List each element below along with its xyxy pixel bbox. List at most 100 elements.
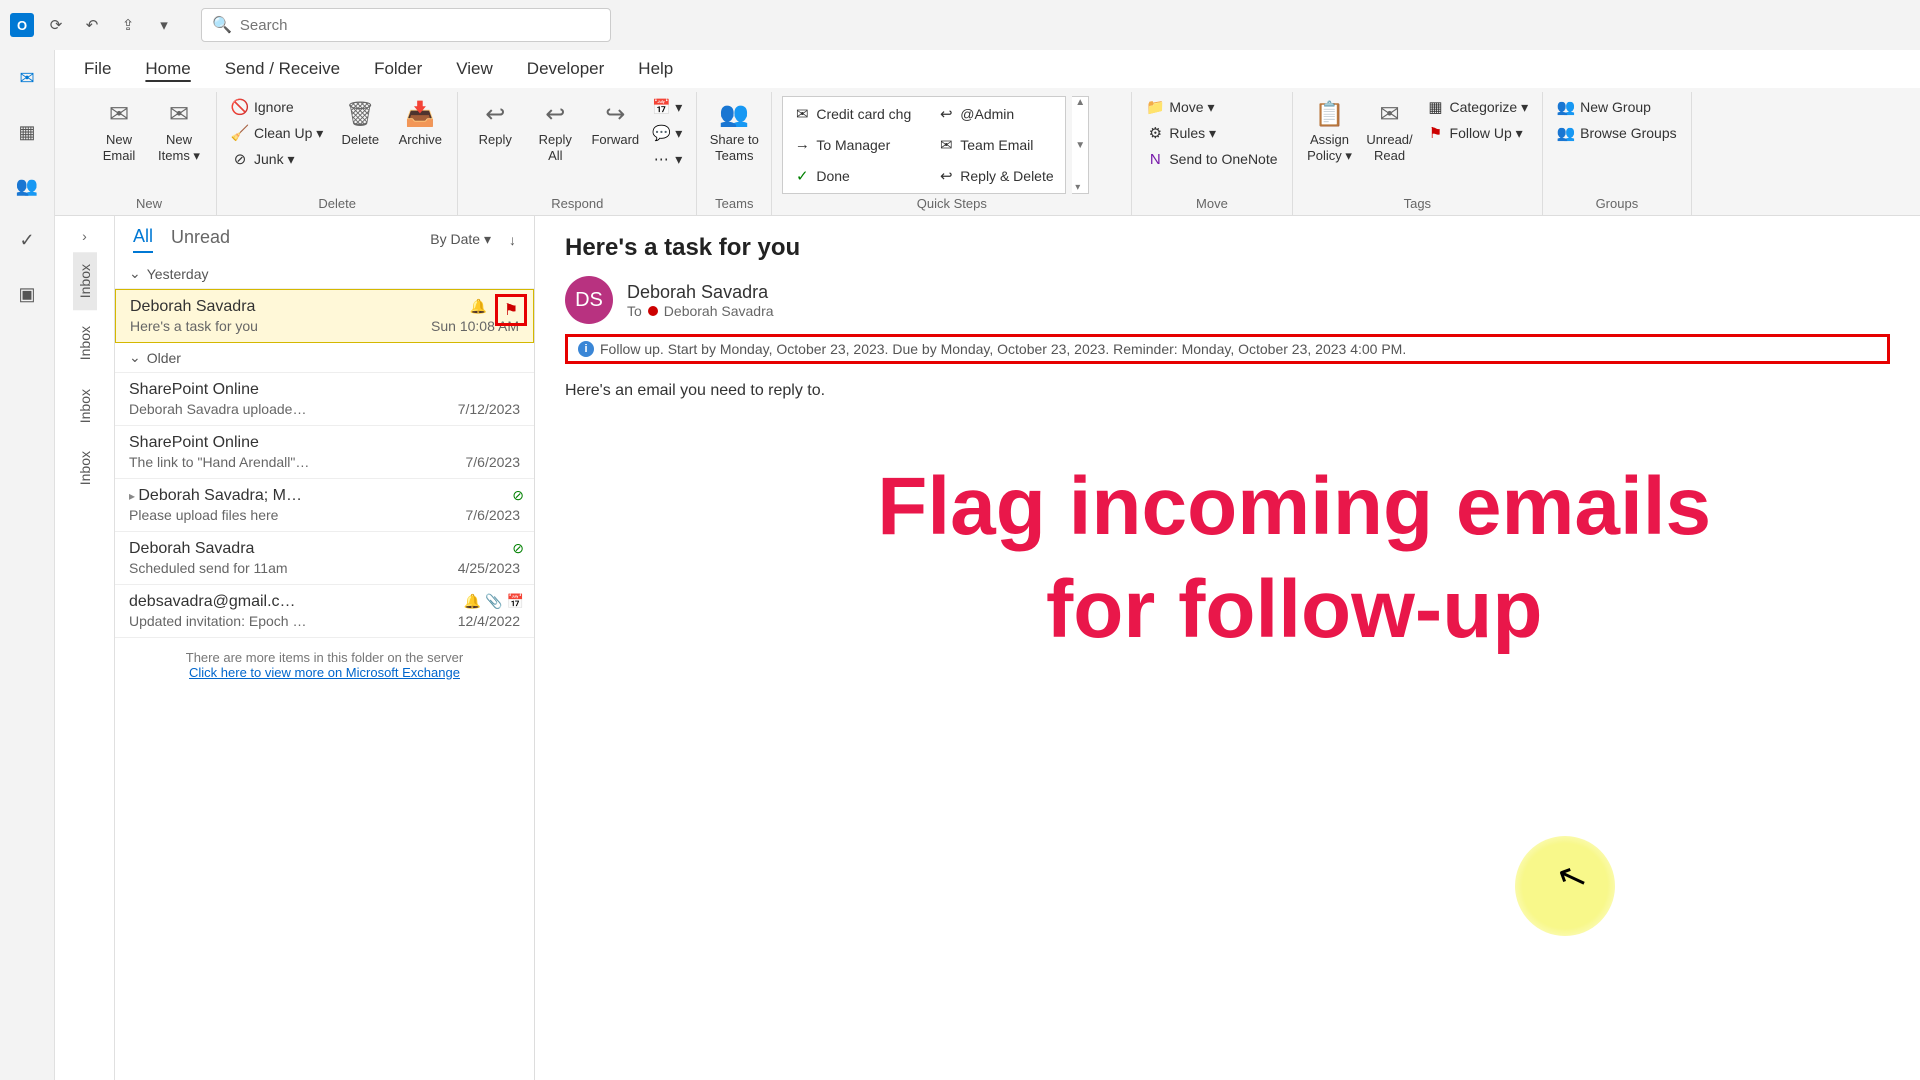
mail-rail-icon[interactable]: ✉: [14, 65, 40, 91]
bell-icon: 🔔: [464, 593, 481, 610]
more-respond-button[interactable]: ⋯▾: [648, 148, 686, 170]
followup-infobar: i Follow up. Start by Monday, October 23…: [565, 334, 1890, 364]
overlay-caption: Flag incoming emails for follow-up: [877, 456, 1711, 661]
menu-tabs: File Home Send / Receive Folder View Dev…: [0, 50, 1920, 88]
forward-button[interactable]: ↪Forward: [588, 96, 642, 150]
check-icon: ✓: [793, 167, 811, 185]
qs-credit-card[interactable]: ✉Credit card chg: [789, 100, 915, 129]
rules-button[interactable]: ⚙Rules ▾: [1142, 122, 1281, 144]
trash-icon: 🗑: [342, 98, 378, 130]
ignore-button[interactable]: 🚫Ignore: [227, 96, 327, 118]
email-subject: Here's a task for you: [565, 234, 1890, 262]
move-button[interactable]: 📁Move ▾: [1142, 96, 1281, 118]
new-group-button[interactable]: 👥New Group: [1553, 96, 1680, 118]
refresh-icon[interactable]: ⟳: [42, 11, 70, 39]
assign-policy-button[interactable]: 📋Assign Policy ▾: [1303, 96, 1357, 165]
people-rail-icon[interactable]: 👥: [14, 173, 40, 199]
email-body: Here's an email you need to reply to.: [565, 382, 1890, 400]
meeting-reply-button[interactable]: 📅▾: [648, 96, 686, 118]
message-item-3[interactable]: ⊘ ▸ Deborah Savadra; M… Please upload fi…: [115, 479, 534, 532]
reply-all-button[interactable]: ↩Reply All: [528, 96, 582, 165]
expand-folder-pane[interactable]: ›: [78, 224, 91, 248]
filter-unread[interactable]: Unread: [171, 227, 230, 252]
folder-footer: There are more items in this folder on t…: [115, 638, 534, 692]
followup-button[interactable]: ⚑Follow Up ▾: [1423, 122, 1533, 144]
unread-read-button[interactable]: ✉Unread/ Read: [1363, 96, 1417, 165]
message-item-1[interactable]: SharePoint Online Deborah Savadra upload…: [115, 373, 534, 426]
share-teams-button[interactable]: 👥Share to Teams: [707, 96, 761, 165]
search-input[interactable]: [240, 17, 600, 34]
message-sender: debsavadra@gmail.c…: [129, 593, 520, 611]
message-item-4[interactable]: ⊘ Deborah Savadra Scheduled send for 11a…: [115, 532, 534, 585]
tab-developer[interactable]: Developer: [525, 53, 607, 85]
message-date: 7/6/2023: [466, 454, 521, 470]
calendar-rail-icon[interactable]: ▦: [14, 119, 40, 145]
inbox-tab-1[interactable]: Inbox: [73, 252, 97, 310]
main-area: › Inbox Inbox Inbox Inbox All Unread By …: [55, 216, 1920, 1080]
qs-done[interactable]: ✓Done: [789, 161, 915, 190]
forward-icon: ↪: [597, 98, 633, 130]
onenote-button[interactable]: NSend to OneNote: [1142, 148, 1281, 170]
qs-reply-delete[interactable]: ↩Reply & Delete: [933, 161, 1059, 190]
tab-help[interactable]: Help: [636, 53, 675, 85]
group-yesterday[interactable]: ⌄Yesterday: [115, 259, 534, 289]
search-icon: 🔍: [212, 15, 232, 35]
new-email-button[interactable]: ✉ New Email: [92, 96, 146, 165]
flag-icon[interactable]: ⚑: [504, 300, 518, 320]
flag-highlight-box: ⚑: [495, 294, 527, 326]
presence-dot: [648, 306, 658, 316]
envelope-open-icon: ✉: [1372, 98, 1408, 130]
sort-direction-icon[interactable]: ↓: [509, 232, 516, 248]
archive-button[interactable]: 📥Archive: [393, 96, 447, 150]
tab-sendreceive[interactable]: Send / Receive: [223, 53, 342, 85]
check-circle-icon: ⊘: [512, 487, 524, 504]
group-older[interactable]: ⌄Older: [115, 343, 534, 373]
tab-file[interactable]: File: [82, 53, 113, 85]
ribbon-group-quicksteps: ✉Credit card chg ↩@Admin →To Manager ✉Te…: [772, 92, 1132, 215]
title-bar: O ⟳ ↶ ⇪ ▾ 🔍: [0, 0, 1920, 50]
onenote-icon: N: [1146, 150, 1164, 168]
tab-view[interactable]: View: [454, 53, 495, 85]
meeting-icon: 📅: [652, 98, 670, 116]
qs-admin[interactable]: ↩@Admin: [933, 100, 1059, 129]
message-sender: Deborah Savadra: [130, 298, 519, 316]
more-apps-rail-icon[interactable]: ▣: [14, 281, 40, 307]
junk-button[interactable]: ⊘Junk ▾: [227, 148, 327, 170]
group-label-groups: Groups: [1553, 194, 1680, 215]
sort-by-date[interactable]: By Date ▾: [430, 231, 491, 248]
chevron-down-icon: ⌄: [129, 349, 141, 366]
chevron-down-icon: ⌄: [129, 265, 141, 282]
categorize-button[interactable]: ▦Categorize ▾: [1423, 96, 1533, 118]
qs-team-email[interactable]: ✉Team Email: [933, 131, 1059, 160]
qs-to-manager[interactable]: →To Manager: [789, 131, 915, 160]
cleanup-button[interactable]: 🧹Clean Up ▾: [227, 122, 327, 144]
inbox-tab-3[interactable]: Inbox: [73, 377, 97, 435]
message-item-0[interactable]: Deborah Savadra Here's a task for youSun…: [115, 289, 534, 343]
send-all-icon[interactable]: ⇪: [114, 11, 142, 39]
search-box[interactable]: 🔍: [201, 8, 611, 42]
reply-icon: ↩: [937, 167, 955, 185]
message-list: All Unread By Date ▾ ↓ ⌄Yesterday Debora…: [115, 216, 535, 1080]
tab-home[interactable]: Home: [143, 53, 192, 85]
group-label-new: New: [92, 194, 206, 215]
customize-qat-icon[interactable]: ▾: [150, 11, 178, 39]
message-sender: Deborah Savadra: [129, 540, 520, 558]
todo-rail-icon[interactable]: ✓: [14, 227, 40, 253]
im-reply-button[interactable]: 💬▾: [648, 122, 686, 144]
undo-icon[interactable]: ↶: [78, 11, 106, 39]
message-item-2[interactable]: SharePoint Online The link to "Hand Aren…: [115, 426, 534, 479]
reply-button[interactable]: ↩Reply: [468, 96, 522, 150]
paperclip-icon: 📎: [485, 593, 502, 610]
to-label: To: [627, 303, 642, 319]
new-items-button[interactable]: ✉ New Items ▾: [152, 96, 206, 165]
qs-scroll[interactable]: ▲▼▾: [1072, 96, 1089, 194]
message-date: 7/12/2023: [458, 401, 520, 417]
inbox-tab-4[interactable]: Inbox: [73, 439, 97, 497]
inbox-tab-2[interactable]: Inbox: [73, 314, 97, 372]
view-more-link[interactable]: Click here to view more on Microsoft Exc…: [189, 665, 460, 680]
message-item-5[interactable]: 🔔📎📅 debsavadra@gmail.c… Updated invitati…: [115, 585, 534, 638]
filter-all[interactable]: All: [133, 226, 153, 253]
browse-groups-button[interactable]: 👥Browse Groups: [1553, 122, 1680, 144]
delete-button[interactable]: 🗑Delete: [333, 96, 387, 150]
tab-folder[interactable]: Folder: [372, 53, 424, 85]
